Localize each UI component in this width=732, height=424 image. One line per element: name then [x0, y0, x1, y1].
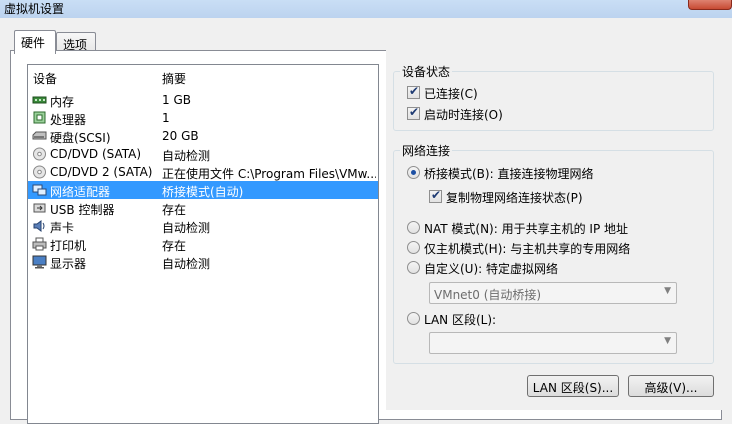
lan-segments-button[interactable]: LAN 区段(S)... [527, 375, 619, 397]
device-name: 打印机 [50, 239, 87, 253]
device-settings-pane: 设备状态 已连接(C) 启动时连接(O) 网络连接 桥接模式(B): 直接连接物… [386, 50, 722, 410]
device-status-title: 设备状态 [400, 63, 453, 80]
network-adapter-icon [32, 183, 47, 197]
title-bar: 虚拟机设置 [0, 0, 732, 18]
device-summary: 自动检测 [162, 257, 211, 271]
network-connection-group: 网络连接 桥接模式(B): 直接连接物理网络 复制物理网络连接状态(P) NAT… [393, 142, 714, 364]
device-list[interactable]: 设备 摘要 内存 1 GB 处理器 1 硬盘(SCSI) 20 GB CD/DV… [27, 64, 379, 424]
connected-checkbox[interactable] [407, 84, 420, 99]
custom-radio[interactable] [407, 261, 420, 274]
device-row-cd-dvd-2[interactable]: CD/DVD 2 (SATA) 正在使用文件 C:\Program Files\… [28, 163, 378, 181]
device-summary: 存在 [162, 203, 187, 217]
device-name: 硬盘(SCSI) [50, 131, 111, 145]
sound-card-icon [32, 219, 47, 233]
lan-segment-select[interactable]: ▼ [429, 332, 677, 354]
tab-hardware[interactable]: 硬件 [14, 30, 56, 54]
column-header-summary[interactable]: 摘要 [162, 70, 186, 87]
nat-label[interactable]: NAT 模式(N): 用于共享主机的 IP 地址 [424, 220, 628, 237]
device-row-hard-disk[interactable]: 硬盘(SCSI) 20 GB [28, 127, 378, 145]
custom-network-value: VMnet0 (自动桥接) [434, 288, 542, 302]
printer-icon [32, 237, 47, 251]
tab-hardware-label: 硬件 [21, 36, 46, 50]
lan-segments-button-label: LAN 区段(S)... [532, 381, 614, 395]
window-title: 虚拟机设置 [4, 2, 65, 16]
device-row-sound-card[interactable]: 声卡 自动检测 [28, 217, 378, 235]
cd-dvd-icon [32, 147, 47, 161]
lan-segment-label[interactable]: LAN 区段(L): [424, 311, 496, 328]
advanced-button-label: 高级(V)... [644, 381, 698, 395]
connect-at-power-on-label[interactable]: 启动时连接(O) [424, 106, 503, 123]
device-name: 网络适配器 [50, 185, 111, 199]
device-row-usb-controller[interactable]: USB 控制器 存在 [28, 199, 378, 217]
device-name: 内存 [50, 95, 75, 109]
bridged-label[interactable]: 桥接模式(B): 直接连接物理网络 [424, 165, 593, 182]
device-summary: 存在 [162, 239, 187, 253]
replicate-state-label[interactable]: 复制物理网络连接状态(P) [446, 189, 583, 206]
hard-disk-icon [32, 129, 47, 143]
chevron-down-icon: ▼ [664, 336, 671, 346]
column-header-device[interactable]: 设备 [33, 70, 57, 87]
custom-label[interactable]: 自定义(U): 特定虚拟网络 [424, 260, 558, 277]
display-icon [32, 255, 47, 269]
device-name: CD/DVD (SATA) [50, 147, 142, 161]
network-connection-title: 网络连接 [400, 142, 453, 159]
advanced-button[interactable]: 高级(V)... [628, 375, 714, 397]
device-summary: 正在使用文件 C:\Program Files\VMw... [162, 167, 376, 181]
device-row-memory[interactable]: 内存 1 GB [28, 91, 378, 109]
bridged-radio[interactable] [407, 166, 420, 179]
device-row-processor[interactable]: 处理器 1 [28, 109, 378, 127]
processor-icon [32, 111, 47, 125]
custom-network-select[interactable]: VMnet0 (自动桥接) ▼ [429, 282, 677, 304]
device-row-printer[interactable]: 打印机 存在 [28, 235, 378, 253]
connect-at-power-on-checkbox[interactable] [407, 105, 420, 120]
device-status-group: 设备状态 已连接(C) 启动时连接(O) [393, 63, 714, 131]
device-summary: 1 [162, 111, 170, 125]
device-name: CD/DVD 2 (SATA) [50, 165, 153, 179]
device-name: USB 控制器 [50, 203, 115, 217]
host-only-radio[interactable] [407, 241, 420, 254]
lan-segment-radio[interactable] [407, 312, 420, 325]
device-name: 显示器 [50, 257, 87, 271]
device-name: 处理器 [50, 113, 87, 127]
device-name: 声卡 [50, 221, 75, 235]
device-summary: 1 GB [162, 93, 191, 107]
memory-icon [32, 93, 47, 107]
usb-icon [32, 201, 47, 215]
device-row-network-adapter[interactable]: 网络适配器 桥接模式(自动) [28, 181, 378, 199]
device-summary: 20 GB [162, 129, 199, 143]
device-summary: 自动检测 [162, 221, 211, 235]
device-row-cd-dvd[interactable]: CD/DVD (SATA) 自动检测 [28, 145, 378, 163]
close-button[interactable] [688, 0, 732, 10]
device-summary: 自动检测 [162, 149, 211, 163]
device-list-header: 设备 摘要 [28, 65, 378, 87]
cd-dvd-icon [32, 165, 47, 179]
connected-label[interactable]: 已连接(C) [424, 85, 478, 102]
host-only-label[interactable]: 仅主机模式(H): 与主机共享的专用网络 [424, 240, 630, 257]
device-row-display[interactable]: 显示器 自动检测 [28, 253, 378, 271]
chevron-down-icon: ▼ [664, 286, 671, 296]
device-summary: 桥接模式(自动) [162, 185, 244, 199]
replicate-state-checkbox[interactable] [429, 188, 442, 203]
nat-radio[interactable] [407, 221, 420, 234]
